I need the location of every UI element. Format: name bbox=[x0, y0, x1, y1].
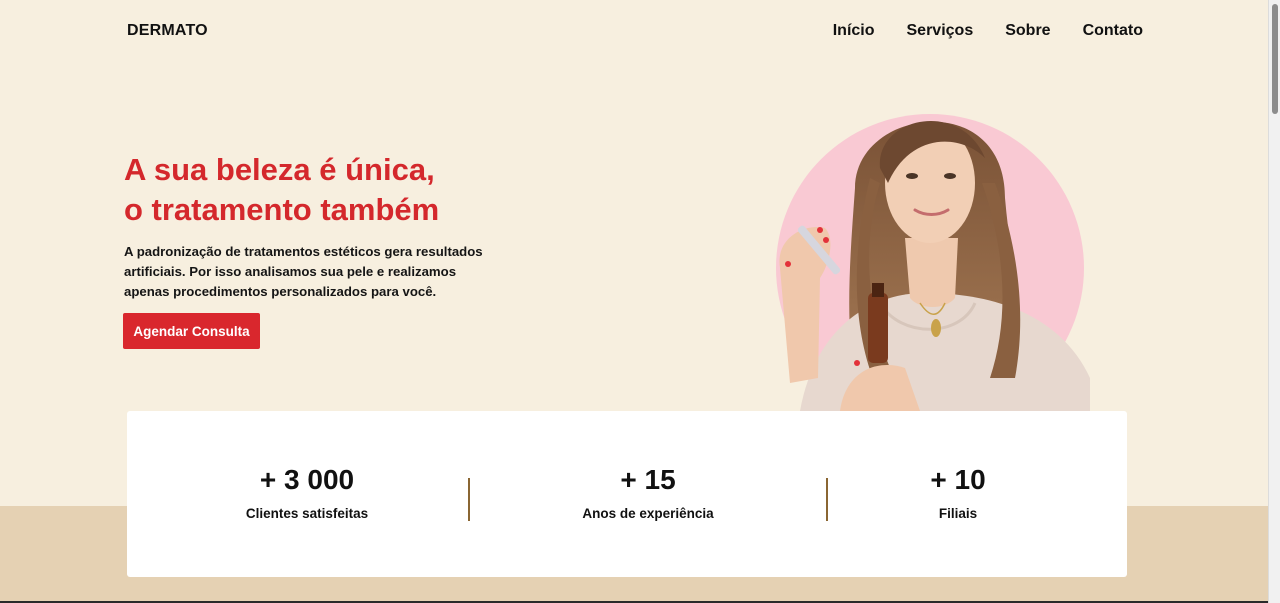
hero-image bbox=[760, 88, 1100, 411]
logo[interactable]: DERMATO bbox=[127, 22, 208, 40]
vertical-scrollbar[interactable] bbox=[1268, 0, 1280, 603]
main-nav: Início Serviços Sobre Contato bbox=[833, 22, 1143, 40]
nav-link-inicio[interactable]: Início bbox=[833, 22, 875, 40]
schedule-consultation-button[interactable]: Agendar Consulta bbox=[123, 313, 260, 349]
scrollbar-thumb[interactable] bbox=[1272, 4, 1278, 114]
hero-description: A padronização de tratamentos estéticos … bbox=[124, 244, 483, 300]
site-header: DERMATO Início Serviços Sobre Contato bbox=[127, 20, 1143, 42]
stat-branches-label: Filiais bbox=[938, 506, 978, 521]
hero-title: A sua beleza é única, o tratamento també… bbox=[124, 150, 544, 230]
hero-title-line-2: o tratamento também bbox=[124, 192, 440, 227]
stat-branches-value: + 10 bbox=[930, 464, 986, 495]
stat-clients: + 3 000 Clientes satisfeitas bbox=[197, 463, 417, 523]
stat-divider bbox=[468, 478, 470, 521]
nav-link-contato[interactable]: Contato bbox=[1083, 22, 1143, 40]
stats-panel: + 3 000 Clientes satisfeitas + 15 Anos d… bbox=[127, 411, 1127, 577]
stat-clients-label: Clientes satisfeitas bbox=[245, 506, 369, 521]
hero-title-line-1: A sua beleza é única, bbox=[124, 152, 435, 187]
stat-branches: + 10 Filiais bbox=[848, 463, 1068, 523]
stat-divider bbox=[826, 478, 828, 521]
stat-years: + 15 Anos de experiência bbox=[538, 463, 758, 523]
stat-years-label: Anos de experiência bbox=[582, 506, 714, 521]
stat-clients-value: + 3 000 bbox=[259, 464, 355, 495]
stat-years-value: + 15 bbox=[620, 464, 676, 495]
nav-link-sobre[interactable]: Sobre bbox=[1005, 22, 1050, 40]
nav-link-servicos[interactable]: Serviços bbox=[907, 22, 974, 40]
